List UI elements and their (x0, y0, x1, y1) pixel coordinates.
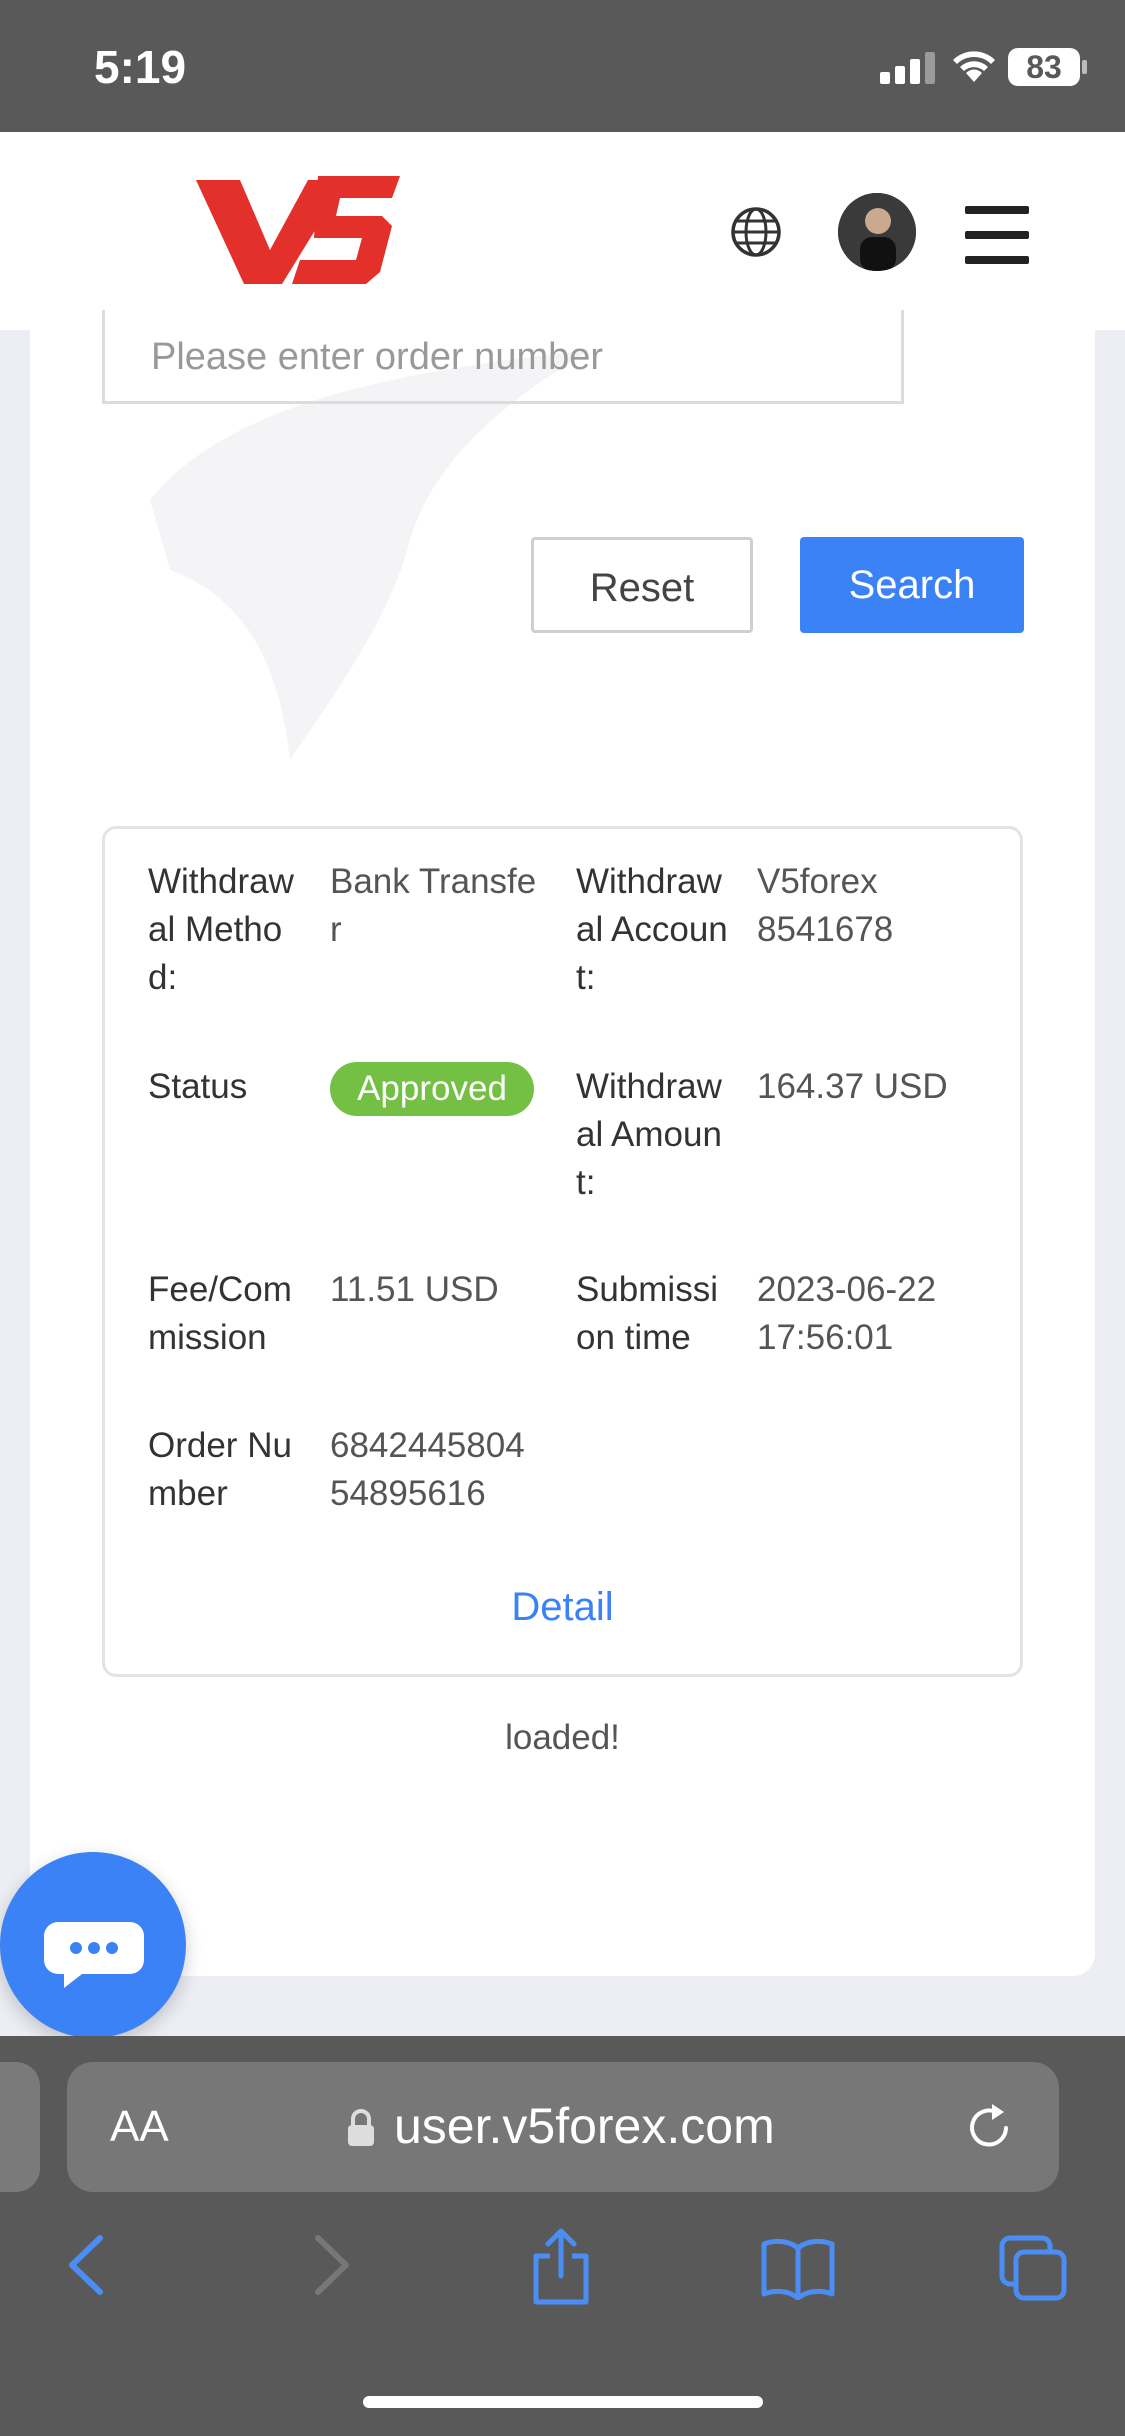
fee-commission-value: 11.51 USD (330, 1270, 499, 1309)
forward-arrow-icon[interactable] (306, 2230, 356, 2300)
user-avatar[interactable] (838, 193, 916, 271)
reset-button[interactable]: Reset (531, 537, 753, 633)
fee-commission-label: Fee/Com mission (148, 1270, 292, 1357)
status-badge: Approved (330, 1062, 534, 1116)
battery-tip (1082, 60, 1087, 74)
share-icon[interactable] (530, 2226, 592, 2306)
reload-icon[interactable] (962, 2098, 1018, 2154)
bookmarks-icon[interactable] (760, 2236, 836, 2300)
withdrawal-method-value: Bank Transfe r (330, 862, 537, 949)
back-arrow-icon[interactable] (62, 2230, 112, 2300)
loaded-message: loaded! (505, 1718, 620, 1757)
withdrawal-account-label: Withdraw al Accoun t: (576, 862, 728, 997)
clock: 5:19 (94, 41, 187, 93)
status-label: Status (148, 1067, 248, 1106)
withdrawal-amount-value: 164.37 USD (757, 1067, 948, 1106)
withdrawal-amount-label: Withdraw al Amoun t: (576, 1067, 722, 1202)
hamburger-menu-icon[interactable] (965, 206, 1029, 264)
chat-icon (44, 1922, 144, 1988)
lock-icon (348, 2109, 374, 2146)
wifi-icon (953, 51, 995, 82)
search-button[interactable]: Search (800, 537, 1024, 633)
order-number-input[interactable]: Please enter order number (102, 310, 904, 404)
previous-tab-preview[interactable] (0, 2062, 40, 2192)
v5-logo[interactable] (196, 172, 402, 290)
order-number-value: 6842445804 54895616 (330, 1426, 525, 1513)
order-number-label: Order Nu mber (148, 1426, 292, 1513)
url-text[interactable]: user.v5forex.com (394, 2097, 775, 2155)
battery-icon: 83 (1008, 48, 1080, 86)
withdrawal-account-value: V5forex 8541678 (757, 862, 894, 949)
withdrawal-method-label: Withdraw al Metho d: (148, 862, 294, 997)
tabs-icon[interactable] (998, 2234, 1070, 2304)
chat-support-button[interactable] (0, 1852, 186, 2038)
submission-time-label: Submissi on time (576, 1270, 718, 1357)
detail-link[interactable]: Detail (102, 1585, 1023, 1630)
cellular-signal-icon (880, 52, 935, 84)
submission-time-value: 2023-06-22 17:56:01 (757, 1270, 937, 1357)
text-size-button[interactable]: AA (110, 2102, 169, 2152)
home-indicator (363, 2396, 763, 2408)
language-globe-icon[interactable] (728, 204, 784, 260)
site-header (0, 132, 1125, 330)
